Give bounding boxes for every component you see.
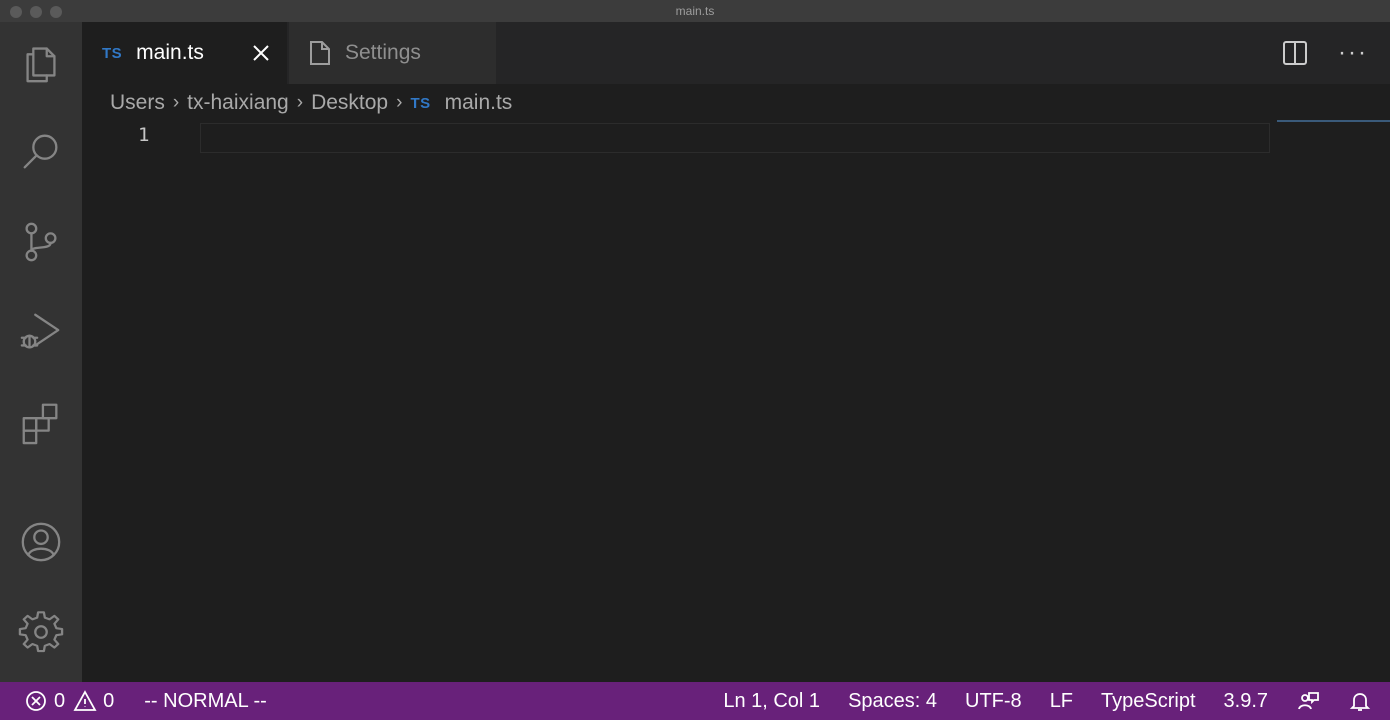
editor-tab-bar: TS main.ts Settings ··· xyxy=(82,22,1390,84)
breadcrumb: Users › tx-haixiang › Desktop › TS main.… xyxy=(110,88,512,118)
encoding[interactable]: UTF-8 xyxy=(965,690,1022,713)
close-icon xyxy=(253,45,269,61)
activity-extensions[interactable] xyxy=(0,382,82,462)
window-controls[interactable] xyxy=(10,6,62,18)
source-control-icon xyxy=(25,222,57,262)
breadcrumb-item[interactable]: Users xyxy=(110,91,165,115)
extensions-icon xyxy=(22,403,58,445)
tab-main-ts[interactable]: TS main.ts xyxy=(82,22,287,84)
search-icon xyxy=(23,134,58,169)
cursor-position[interactable]: Ln 1, Col 1 xyxy=(723,690,820,713)
breadcrumb-file[interactable]: main.ts xyxy=(445,91,513,115)
window-title: main.ts xyxy=(675,4,715,18)
close-window-button[interactable] xyxy=(10,6,22,18)
typescript-icon: TS xyxy=(410,94,431,112)
run-debug-icon xyxy=(20,313,60,349)
file-icon xyxy=(309,40,331,66)
minimize-window-button[interactable] xyxy=(30,6,42,18)
overview-ruler xyxy=(1277,120,1390,122)
language-mode[interactable]: TypeScript xyxy=(1101,690,1195,713)
files-icon xyxy=(26,47,56,83)
chevron-right-icon: › xyxy=(396,92,403,113)
typescript-version[interactable]: 3.9.7 xyxy=(1224,690,1268,713)
feedback-icon xyxy=(1298,692,1319,710)
activity-accounts[interactable] xyxy=(0,502,82,582)
activity-run-debug[interactable] xyxy=(0,292,82,372)
tab-settings[interactable]: Settings xyxy=(289,22,496,84)
indentation[interactable]: Spaces: 4 xyxy=(848,690,937,713)
title-bar: main.ts xyxy=(0,0,1390,22)
editor-area[interactable]: 1 xyxy=(82,120,1390,682)
editor-actions: ··· xyxy=(1282,40,1368,66)
breadcrumb-item[interactable]: Desktop xyxy=(311,91,388,115)
activity-manage[interactable] xyxy=(0,592,82,672)
line-number: 1 xyxy=(138,124,150,146)
end-of-line[interactable]: LF xyxy=(1050,690,1073,713)
activity-source-control[interactable] xyxy=(0,202,82,282)
split-editor-icon[interactable] xyxy=(1282,40,1308,66)
tab-label: main.ts xyxy=(136,41,204,64)
account-icon xyxy=(21,522,61,562)
warning-icon xyxy=(73,690,97,711)
notifications-button[interactable] xyxy=(1348,689,1372,713)
activity-search[interactable] xyxy=(0,112,82,192)
chevron-right-icon: › xyxy=(172,92,180,113)
activity-explorer[interactable] xyxy=(0,22,82,102)
vim-mode: -- NORMAL -- xyxy=(144,689,267,712)
bell-icon xyxy=(1349,693,1371,711)
error-icon xyxy=(26,691,46,711)
close-tab-button[interactable] xyxy=(249,41,273,65)
maximize-window-button[interactable] xyxy=(50,6,62,18)
breadcrumb-item[interactable]: tx-haixiang xyxy=(187,91,289,115)
current-line-highlight[interactable] xyxy=(200,123,1270,153)
warning-count: 0 xyxy=(103,689,115,712)
more-actions-icon[interactable]: ··· xyxy=(1338,41,1368,65)
chevron-right-icon: › xyxy=(296,92,304,113)
tab-label: Settings xyxy=(345,41,421,64)
error-count: 0 xyxy=(54,689,66,712)
activity-bar xyxy=(0,22,82,682)
problems-indicator[interactable]: 0 0 xyxy=(24,689,114,713)
feedback-button[interactable] xyxy=(1296,689,1320,713)
status-bar: 0 0 -- NORMAL -- Ln 1, Col 1 Spaces: 4 U… xyxy=(0,682,1390,720)
typescript-icon: TS xyxy=(102,44,123,62)
gear-icon xyxy=(18,611,64,653)
